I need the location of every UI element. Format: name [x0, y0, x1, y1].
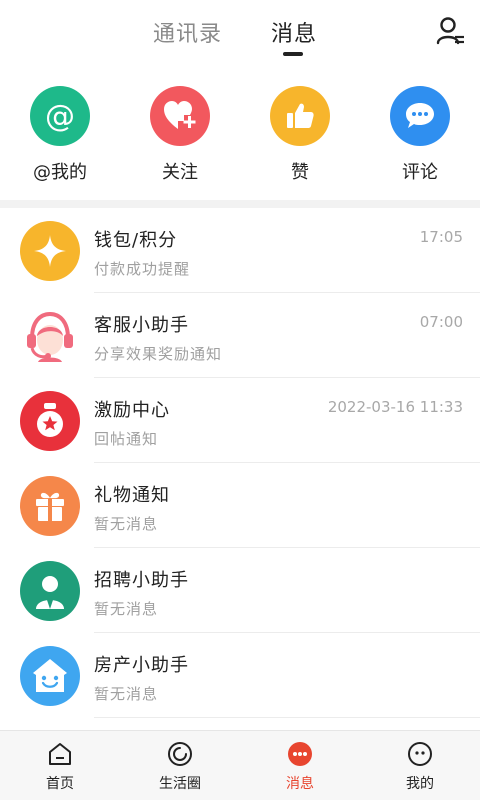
quick-action-like[interactable]: 赞: [250, 86, 350, 184]
active-tab-indicator: [283, 52, 303, 56]
message-preview: 暂无消息: [94, 515, 159, 533]
home-icon: [47, 741, 73, 767]
life-circle-icon: [167, 741, 193, 767]
gift-icon: [20, 476, 80, 536]
top-header: 通讯录 消息: [0, 0, 480, 70]
message-preview: 回帖通知: [94, 430, 159, 448]
quick-action-label: @我的: [33, 162, 87, 183]
message-title: 房产小助手: [94, 655, 189, 676]
section-divider: [0, 200, 480, 208]
message-preview: 暂无消息: [94, 600, 159, 618]
bottom-nav: 首页 生活圈 消息 我的: [0, 730, 480, 800]
message-row-recruitment[interactable]: 招聘小助手 暂无消息: [0, 548, 480, 633]
message-title: 激励中心: [94, 400, 170, 421]
customer-service-icon: [20, 306, 80, 366]
quick-action-label: 关注: [162, 162, 198, 183]
thumbs-up-icon: [270, 86, 330, 146]
recruiter-icon: [20, 561, 80, 621]
profile-face-icon: [407, 741, 433, 767]
message-title: 客服小助手: [94, 315, 189, 336]
nav-label: 消息: [286, 776, 314, 792]
message-row-wallet[interactable]: 钱包/积分 付款成功提醒 17:05: [0, 208, 480, 293]
tab-messages[interactable]: 消息: [271, 16, 317, 48]
svg-text:@: @: [45, 99, 75, 134]
quick-action-follow[interactable]: 关注: [130, 86, 230, 184]
message-time: 07:00: [419, 313, 463, 331]
sparkle-icon: [20, 221, 80, 281]
message-row-gift[interactable]: 礼物通知 暂无消息: [0, 463, 480, 548]
message-preview: 分享效果奖励通知: [94, 345, 223, 363]
nav-label: 我的: [406, 776, 434, 792]
message-preview: 暂无消息: [94, 685, 159, 703]
nav-me[interactable]: 我的: [360, 741, 480, 793]
message-time: 17:05: [419, 228, 463, 246]
at-icon: @: [30, 86, 90, 146]
user-menu-icon[interactable]: [436, 16, 468, 46]
message-preview: 付款成功提醒: [94, 260, 191, 278]
message-row-customer-service[interactable]: 客服小助手 分享效果奖励通知 07:00: [0, 293, 480, 378]
quick-action-comment[interactable]: 评论: [370, 86, 470, 184]
house-icon: [20, 646, 80, 706]
nav-label: 首页: [46, 776, 74, 792]
row-divider: [94, 717, 480, 718]
message-row-incentive-center[interactable]: 激励中心 回帖通知 2022-03-16 11:33: [0, 378, 480, 463]
heart-plus-icon: [150, 86, 210, 146]
message-dots-icon: [287, 741, 313, 767]
quick-action-label: 赞: [291, 162, 309, 183]
quick-actions: @ @我的 关注 赞 评论: [0, 86, 480, 186]
nav-life-circle[interactable]: 生活圈: [120, 741, 240, 793]
nav-home[interactable]: 首页: [0, 741, 120, 793]
quick-action-at-me[interactable]: @ @我的: [10, 86, 110, 184]
nav-label: 生活圈: [159, 776, 201, 792]
message-list: 钱包/积分 付款成功提醒 17:05 客服小助手 分享效果奖励通知 07:00: [0, 208, 480, 718]
message-time: 2022-03-16 11:33: [327, 398, 463, 416]
message-title: 钱包/积分: [94, 230, 178, 251]
message-title: 礼物通知: [94, 485, 170, 506]
nav-messages[interactable]: 消息: [240, 741, 360, 793]
medal-icon: [20, 391, 80, 451]
comment-bubble-icon: [390, 86, 450, 146]
message-title: 招聘小助手: [94, 570, 189, 591]
message-row-real-estate[interactable]: 房产小助手 暂无消息: [0, 633, 480, 718]
quick-action-label: 评论: [402, 162, 438, 183]
tab-contacts[interactable]: 通讯录: [153, 16, 222, 48]
